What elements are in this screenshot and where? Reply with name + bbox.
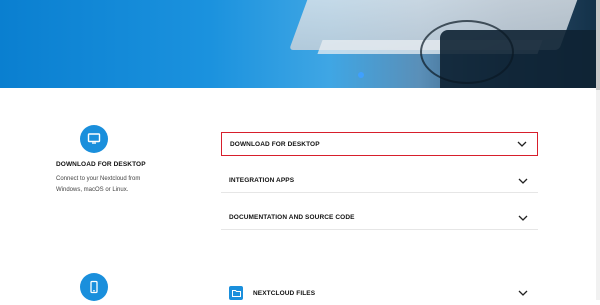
feature-desktop: DOWNLOAD FOR DESKTOP Connect to your Nex… bbox=[56, 125, 176, 196]
chevron-down-icon bbox=[518, 178, 528, 184]
chevron-down-icon bbox=[518, 215, 528, 221]
accordion-documentation-source[interactable]: DOCUMENTATION AND SOURCE CODE bbox=[221, 206, 538, 230]
monitor-icon bbox=[80, 125, 108, 153]
accordion-label: DOCUMENTATION AND SOURCE CODE bbox=[229, 214, 355, 221]
feature-mobile bbox=[56, 273, 176, 301]
chevron-down-icon bbox=[518, 290, 528, 296]
accordion-integration-apps[interactable]: INTEGRATION APPS bbox=[221, 169, 538, 193]
chevron-down-icon bbox=[517, 141, 527, 147]
accordion-label: DOWNLOAD FOR DESKTOP bbox=[230, 140, 320, 148]
feature-desktop-title: DOWNLOAD FOR DESKTOP bbox=[56, 161, 146, 168]
feature-desktop-description: Connect to your Nextcloud from Windows, … bbox=[56, 176, 141, 193]
hero-light-dot bbox=[358, 72, 364, 78]
hero-banner bbox=[0, 0, 600, 88]
accordion-nextcloud-files[interactable]: NEXTCLOUD FILES bbox=[221, 281, 538, 305]
folder-icon bbox=[229, 286, 243, 300]
hero-cable bbox=[420, 20, 514, 84]
page-scrollbar[interactable] bbox=[596, 0, 600, 300]
phone-icon bbox=[80, 273, 108, 301]
accordion-label: NEXTCLOUD FILES bbox=[253, 289, 316, 297]
scrollbar-thumb[interactable] bbox=[596, 0, 600, 90]
accordion-label: INTEGRATION APPS bbox=[229, 177, 295, 184]
accordion-download-desktop[interactable]: DOWNLOAD FOR DESKTOP bbox=[221, 132, 538, 156]
